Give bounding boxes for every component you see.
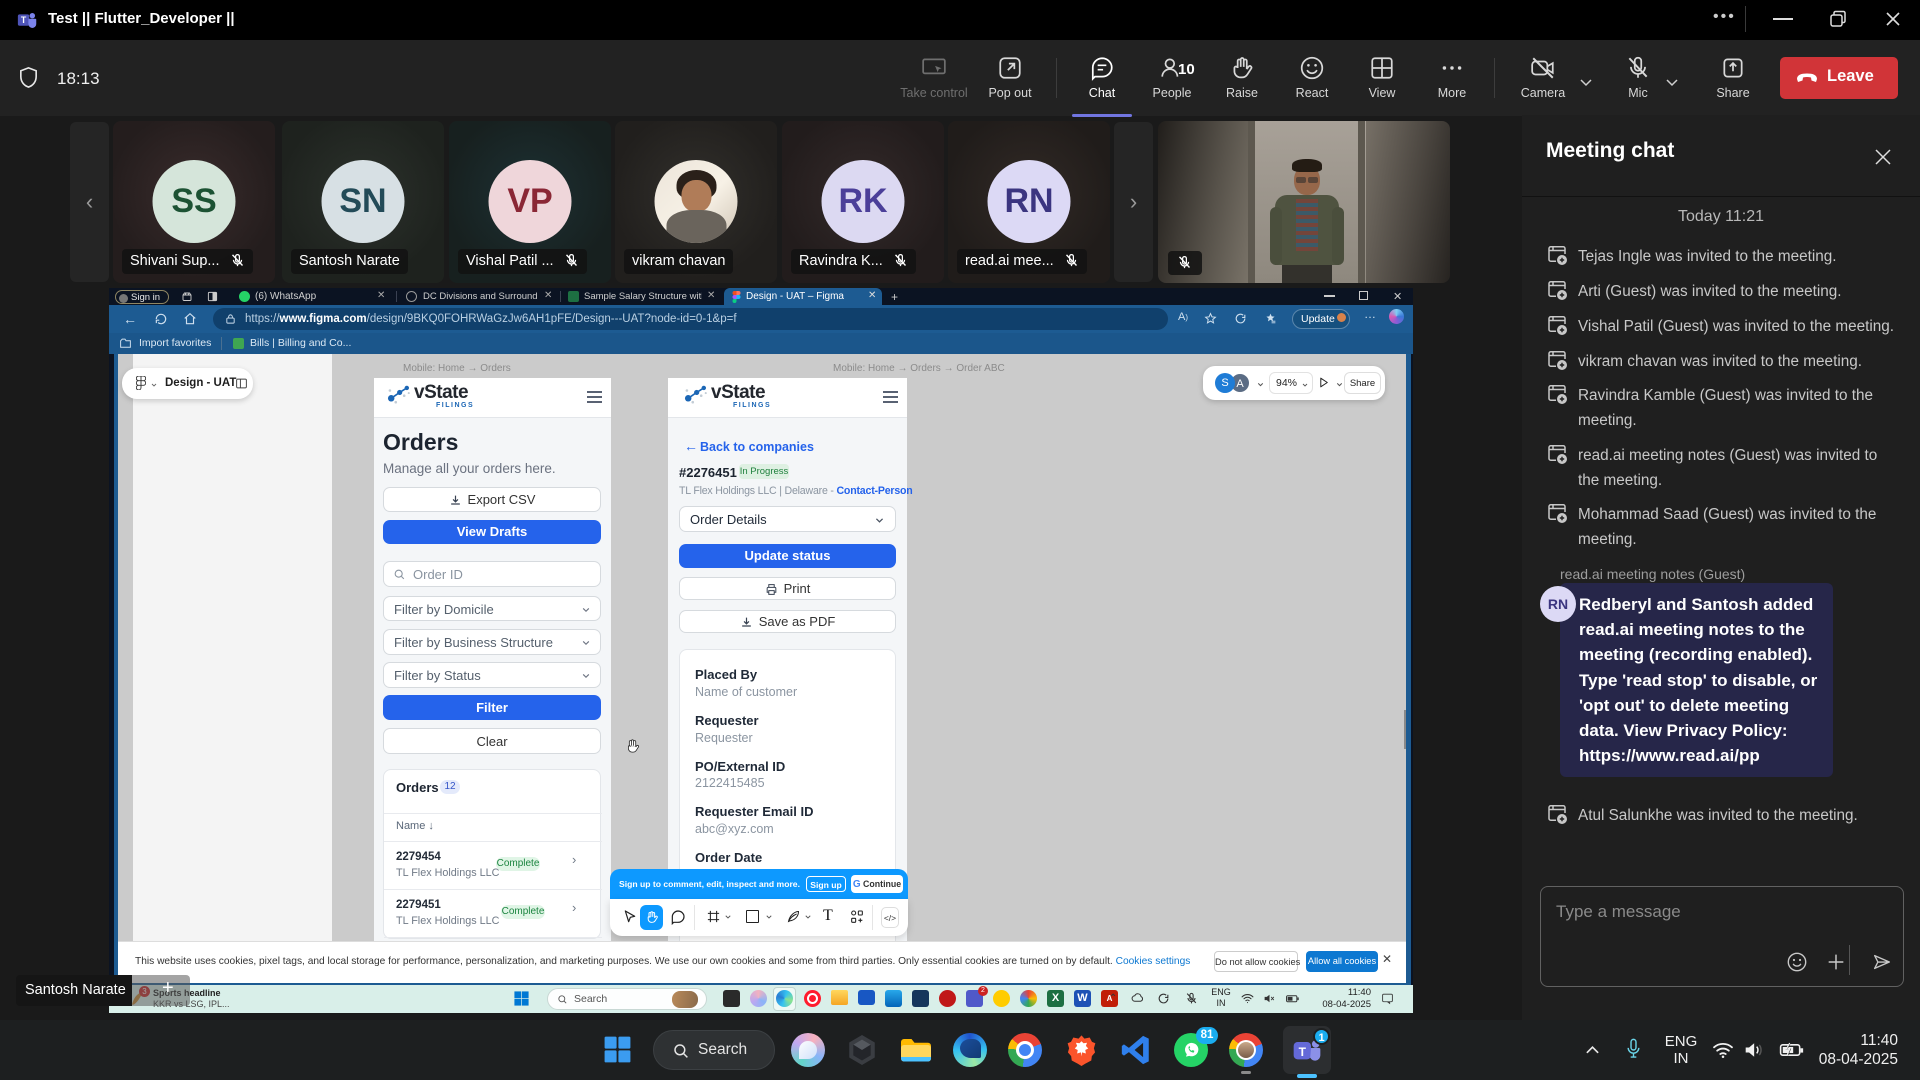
svg-text:T: T xyxy=(21,15,27,25)
svg-text:T: T xyxy=(1299,1045,1307,1059)
